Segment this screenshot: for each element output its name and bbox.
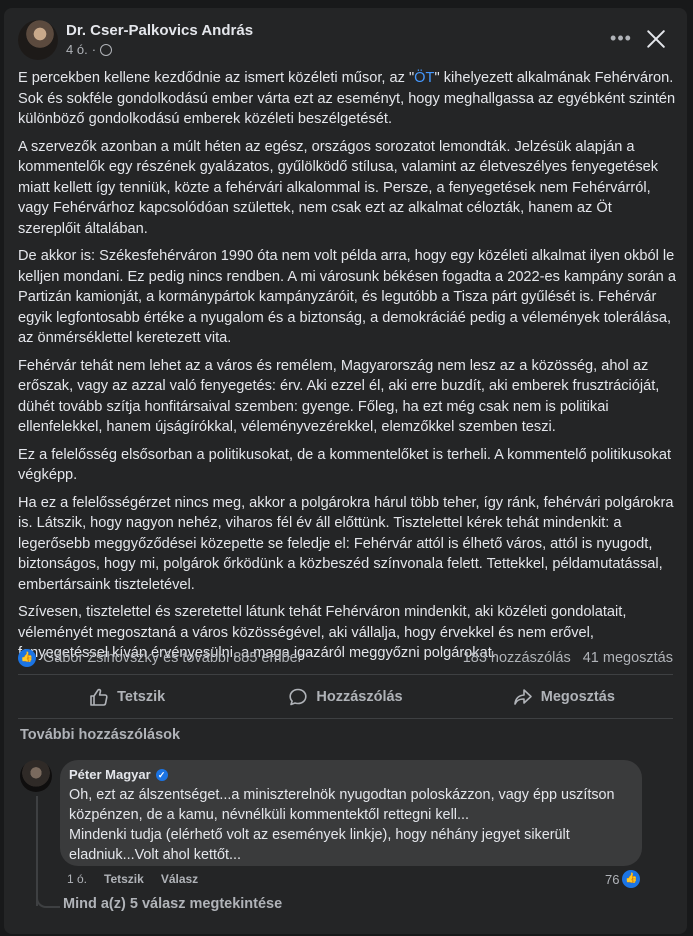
- commenter-avatar[interactable]: [20, 760, 52, 792]
- comment-time[interactable]: 1 ó.: [67, 872, 87, 886]
- post-paragraph: Fehérvár tehát nem lehet az a város és r…: [18, 357, 660, 436]
- like-button[interactable]: Tetszik: [18, 678, 236, 716]
- reactors-text[interactable]: Gábor Zsihovszky és további 885 ember: [43, 650, 303, 666]
- engagement-counts: 183 hozzászólás 41 megosztás: [463, 650, 673, 666]
- more-options-icon[interactable]: •••: [608, 28, 634, 48]
- globe-icon[interactable]: [100, 43, 113, 56]
- post-paragraph: E percekben kellene kezdődnie az ismert …: [18, 68, 676, 130]
- comment-button[interactable]: Hozzászólás: [236, 678, 454, 716]
- reactions-summary: 👍 Gábor Zsihovszky és további 885 ember …: [18, 648, 673, 672]
- post-paragraph: De akkor is: Székesfehérváron 1990 óta n…: [18, 248, 676, 346]
- comment-like-button[interactable]: Tetszik: [104, 872, 144, 886]
- view-replies-link[interactable]: Mind a(z) 5 válasz megtekintése: [63, 896, 282, 912]
- comment-line: Mindenki tudja (elérhető volt az esemény…: [69, 827, 570, 863]
- comment-text: Oh, ezt az álszentséget...a minisztereln…: [69, 785, 629, 865]
- share-count[interactable]: 41 megosztás: [583, 650, 673, 666]
- verified-badge-icon: ✓: [155, 768, 168, 781]
- post-dialog: Dr. Cser-Palkovics András 4 ó. · ••• E p…: [4, 8, 687, 934]
- comment-line: Oh, ezt az álszentséget...a minisztereln…: [69, 787, 615, 823]
- share-label: Megosztás: [540, 689, 615, 705]
- post-header: Dr. Cser-Palkovics András 4 ó. · •••: [4, 8, 687, 70]
- comment-author-name[interactable]: Péter Magyar: [69, 767, 151, 782]
- post-meta: 4 ó. ·: [66, 42, 113, 57]
- author-name[interactable]: Dr. Cser-Palkovics András: [66, 22, 253, 39]
- post-paragraph: A szervezők azonban a múlt héten az egés…: [18, 138, 659, 237]
- meta-separator: ·: [91, 42, 97, 57]
- comment-bubble: Péter Magyar ✓ Oh, ezt az álszentséget..…: [60, 760, 642, 866]
- comment-actions: 1 ó. Tetszik Válasz: [67, 872, 198, 886]
- thumbs-up-icon[interactable]: 👍: [18, 649, 36, 667]
- more-comments-link[interactable]: További hozzászólások: [20, 727, 180, 743]
- thumbs-up-icon: 👍: [622, 870, 641, 888]
- reply-thread-connector: [36, 888, 60, 908]
- comment-label: Hozzászólás: [316, 689, 403, 705]
- post-paragraph: Ha ez a felelősségérzet nincs meg, akkor…: [18, 494, 674, 593]
- speech-bubble-icon: [289, 688, 307, 706]
- comment-author[interactable]: Péter Magyar ✓: [69, 767, 168, 782]
- share-arrow-icon: [513, 689, 532, 705]
- thumbs-up-outline-icon: [90, 688, 108, 706]
- paragraph-text: E percekben kellene kezdődnie az ismert …: [18, 70, 415, 86]
- post-body: E percekben kellene kezdődnie az ismert …: [18, 68, 676, 671]
- comment-count[interactable]: 183 hozzászólás: [463, 650, 571, 666]
- hashtag-link[interactable]: ÖT: [414, 70, 434, 86]
- divider: [18, 718, 673, 719]
- close-icon[interactable]: [643, 26, 669, 52]
- author-avatar[interactable]: [18, 20, 58, 60]
- share-button[interactable]: Megosztás: [455, 678, 673, 716]
- post-paragraph: Ez a felelősség elsősorban a politikusok…: [18, 446, 672, 484]
- post-actions: Tetszik Hozzászólás Megosztás: [18, 678, 673, 716]
- comment-reply-button[interactable]: Válasz: [161, 872, 198, 886]
- comment-like-count: 76: [605, 871, 620, 887]
- divider: [18, 674, 673, 675]
- like-label: Tetszik: [117, 689, 166, 705]
- post-time[interactable]: 4 ó.: [66, 42, 88, 57]
- comment-reactions[interactable]: 76 👍: [605, 870, 641, 888]
